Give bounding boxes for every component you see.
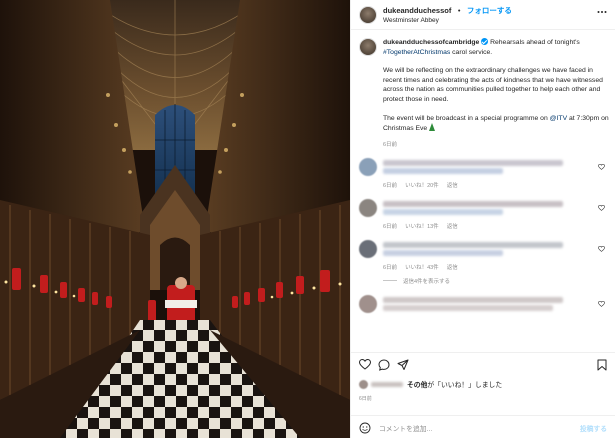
christmas-tree-emoji [429, 123, 436, 132]
author-avatar[interactable] [359, 5, 377, 24]
caption-paragraph-3: The event will be broadcast in a special… [383, 114, 609, 134]
comment-list: 6日前 いいね！20件 返信 6日前 いいね！13件 返信 6日前 いいね！43件 返信 返信4件… [359, 157, 609, 313]
comment-heart-icon[interactable] [598, 245, 605, 252]
comment-item [359, 294, 609, 313]
liker-avatar [359, 379, 368, 389]
comment-icon[interactable] [378, 359, 390, 371]
caption-paragraph-2: We will be reflecting on the extraordina… [383, 67, 603, 103]
reply-button[interactable]: 返信 [447, 183, 458, 189]
comment-heart-icon[interactable] [598, 163, 605, 170]
liker-username-blurred [371, 381, 403, 387]
separator-dot: • [457, 5, 461, 15]
mention-link[interactable]: @ITV [550, 115, 567, 122]
post-comment-button[interactable]: 投稿する [580, 423, 607, 433]
commenter-avatar[interactable] [359, 239, 377, 258]
comment-likes[interactable]: いいね！43件 [405, 265, 439, 271]
comment-meta: 6日前 いいね！20件 返信 [383, 181, 593, 189]
follow-button[interactable]: フォローする [467, 6, 512, 15]
caption-avatar[interactable] [359, 38, 377, 56]
comment-text-blurred [383, 241, 563, 248]
caption: dukeandduchessofcambridge Rehearsals ahe… [359, 38, 609, 134]
comment-text-blurred [383, 304, 553, 311]
comment-time[interactable]: 6日前 [383, 265, 397, 271]
comment-item: 6日前 いいね！43件 返信 [359, 239, 609, 271]
post-actions: その他が「いいね！」しました 6日前 コメントを追加... 投稿する [351, 352, 615, 438]
comment-meta: 6日前 いいね！13件 返信 [383, 222, 593, 230]
comment-time[interactable]: 6日前 [383, 224, 397, 230]
location-link[interactable]: Westminster Abbey [383, 16, 512, 26]
comment-text-blurred [383, 159, 563, 166]
likes-suffix: が「いいね！」しました [427, 382, 503, 389]
likes-others[interactable]: その他 [407, 382, 427, 389]
comment-text-blurred [383, 200, 563, 207]
comment-heart-icon[interactable] [598, 204, 605, 211]
commenter-avatar[interactable] [359, 198, 377, 217]
comment-item: 6日前 いいね！13件 返信 [359, 198, 609, 230]
reply-button[interactable]: 返信 [447, 224, 458, 230]
add-comment-bar: コメントを追加... 投稿する [351, 415, 615, 438]
heart-icon[interactable] [359, 359, 371, 370]
comment-text-blurred [383, 208, 503, 215]
comment-meta: 6日前 いいね！43件 返信 [383, 263, 593, 271]
post-photo[interactable] [0, 0, 350, 438]
hashtag-link[interactable]: #TogetherAtChristmas [383, 49, 450, 56]
post-header: dukeandduchessof • フォローする Westminster Ab… [351, 0, 615, 30]
commenter-avatar[interactable] [359, 157, 377, 176]
comment-likes[interactable]: いいね！20件 [405, 183, 439, 189]
comment-input[interactable]: コメントを追加... [379, 423, 580, 433]
replies-line [383, 280, 397, 282]
caption-username[interactable]: dukeandduchessofcambridge [383, 39, 479, 46]
caption-para3-text: The event will be broadcast in a special… [383, 114, 550, 122]
view-replies-label: 返信4件を表示する [403, 278, 451, 285]
more-icon[interactable] [597, 10, 607, 14]
comment-text-blurred [383, 296, 563, 303]
caption-time: 6日前 [383, 141, 398, 148]
reply-button[interactable]: 返信 [447, 265, 458, 271]
likes-summary[interactable]: その他が「いいね！」しました [359, 379, 502, 389]
commenter-avatar[interactable] [359, 294, 377, 313]
comment-text-blurred [383, 167, 503, 174]
caption-intro: Rehearsals ahead of tonight's [490, 39, 580, 46]
instagram-post: dukeandduchessof • フォローする Westminster Ab… [0, 0, 615, 438]
post-date[interactable]: 6日前 [359, 395, 372, 402]
abbey-choir-photo [0, 0, 350, 438]
bookmark-icon[interactable] [597, 359, 607, 371]
caption-intro-tail: carol service. [450, 48, 493, 56]
comment-item: 6日前 いいね！20件 返信 [359, 157, 609, 189]
comment-heart-icon[interactable] [598, 300, 605, 307]
comment-text-blurred [383, 249, 503, 256]
share-icon[interactable] [397, 359, 409, 371]
comments-area: dukeandduchessofcambridge Rehearsals ahe… [359, 38, 609, 313]
post-side-panel: dukeandduchessof • フォローする Westminster Ab… [350, 0, 615, 438]
view-replies[interactable]: 返信4件を表示する [383, 277, 609, 285]
author-username[interactable]: dukeandduchessof [383, 6, 451, 15]
comment-likes[interactable]: いいね！13件 [405, 224, 439, 230]
comment-time[interactable]: 6日前 [383, 183, 397, 189]
emoji-icon[interactable] [359, 422, 371, 434]
verified-icon [481, 38, 489, 45]
